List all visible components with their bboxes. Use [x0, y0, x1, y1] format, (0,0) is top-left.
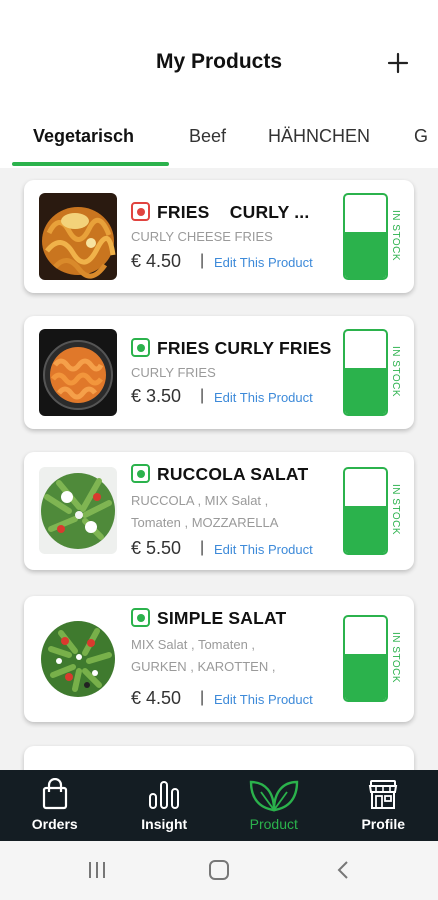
product-price: € 4.50	[131, 688, 182, 708]
nav-product[interactable]: Product	[219, 770, 329, 841]
product-card[interactable]: RUCCOLA SALAT RUCCOLA , MIX Salat , Toma…	[24, 452, 414, 570]
nav-label: Orders	[31, 816, 78, 832]
tab-g[interactable]: G	[414, 126, 428, 147]
product-image	[39, 615, 117, 702]
product-list: FRIES CURLY ... CURLY CHEESE FRIES € 4.5…	[0, 168, 438, 770]
back-icon[interactable]	[333, 859, 355, 881]
home-icon[interactable]	[208, 859, 230, 881]
product-card[interactable]: SIMPLE SALAT MIX Salat , Tomaten , GURKE…	[24, 596, 414, 722]
product-image	[39, 193, 117, 280]
stock-status-label: IN STOCK	[390, 484, 401, 536]
nav-insight[interactable]: Insight	[110, 770, 220, 841]
tab-beef[interactable]: Beef	[189, 126, 226, 147]
product-name: RUCCOLA SALAT	[157, 464, 309, 484]
product-image	[39, 329, 117, 416]
nav-label: Profile	[361, 816, 406, 832]
stock-toggle[interactable]	[343, 193, 388, 280]
plus-icon[interactable]	[386, 51, 410, 75]
bar-chart-icon	[149, 781, 180, 809]
product-name: FRIES CURLY ...	[157, 202, 310, 222]
page-title: My Products	[155, 50, 283, 73]
nav-profile[interactable]: Profile	[329, 770, 438, 841]
separator: |	[200, 252, 205, 269]
category-tabs: Vegetarisch Beef HÄHNCHEN G	[0, 110, 438, 168]
product-description: RUCCOLA , MIX Salat , Tomaten , MOZZAREL…	[131, 493, 279, 530]
stock-status-label: IN STOCK	[390, 346, 401, 398]
stock-toggle-fill	[345, 367, 386, 414]
product-name: SIMPLE SALAT	[157, 608, 287, 628]
product-price: € 4.50	[131, 251, 182, 271]
nav-label: Insight	[141, 816, 188, 832]
stock-toggle-fill	[345, 505, 386, 553]
product-description: CURLY FRIES	[131, 365, 216, 380]
leaves-icon	[249, 780, 298, 812]
edit-product-link[interactable]: Edit This Product	[214, 542, 313, 557]
product-card[interactable]	[24, 746, 414, 770]
product-price: € 5.50	[131, 538, 182, 558]
product-image	[39, 467, 117, 554]
product-card[interactable]: FRIES CURLY ... CURLY CHEESE FRIES € 4.5…	[24, 180, 414, 293]
stock-status-label: IN STOCK	[390, 210, 401, 262]
bottom-navigation: Orders Insight Product Profile	[0, 770, 438, 841]
stock-toggle[interactable]	[343, 615, 388, 702]
product-name: FRIES CURLY FRIES	[157, 338, 332, 358]
separator: |	[200, 689, 205, 706]
system-navigation-bar	[0, 841, 438, 900]
product-price: € 3.50	[131, 386, 182, 406]
recent-apps-icon[interactable]	[86, 859, 108, 881]
edit-product-link[interactable]: Edit This Product	[214, 255, 313, 270]
veg-mark-icon	[131, 464, 150, 483]
veg-mark-icon	[131, 338, 150, 357]
product-description: CURLY CHEESE FRIES	[131, 229, 273, 244]
app-header: My Products	[0, 0, 438, 110]
separator: |	[200, 387, 205, 404]
stock-toggle[interactable]	[343, 467, 388, 555]
edit-product-link[interactable]: Edit This Product	[214, 390, 313, 405]
product-description: MIX Salat , Tomaten , GURKEN , KAROTTEN …	[131, 637, 276, 674]
stock-status-label: IN STOCK	[390, 632, 401, 684]
store-icon	[369, 780, 398, 809]
edit-product-link[interactable]: Edit This Product	[214, 692, 313, 707]
veg-mark-icon	[131, 608, 150, 627]
stock-toggle[interactable]	[343, 329, 388, 416]
stock-toggle-fill	[345, 231, 386, 278]
tab-haehnchen[interactable]: HÄHNCHEN	[268, 126, 370, 147]
nav-orders[interactable]: Orders	[0, 770, 110, 841]
shopping-bag-icon	[42, 778, 67, 810]
stock-toggle-fill	[345, 653, 386, 700]
non-veg-mark-icon	[131, 202, 150, 221]
active-tab-indicator	[12, 162, 169, 166]
tab-vegetarisch[interactable]: Vegetarisch	[33, 126, 134, 147]
nav-label: Product	[249, 816, 298, 832]
product-card[interactable]: FRIES CURLY FRIES CURLY FRIES € 3.50 | E…	[24, 316, 414, 429]
separator: |	[200, 539, 205, 556]
